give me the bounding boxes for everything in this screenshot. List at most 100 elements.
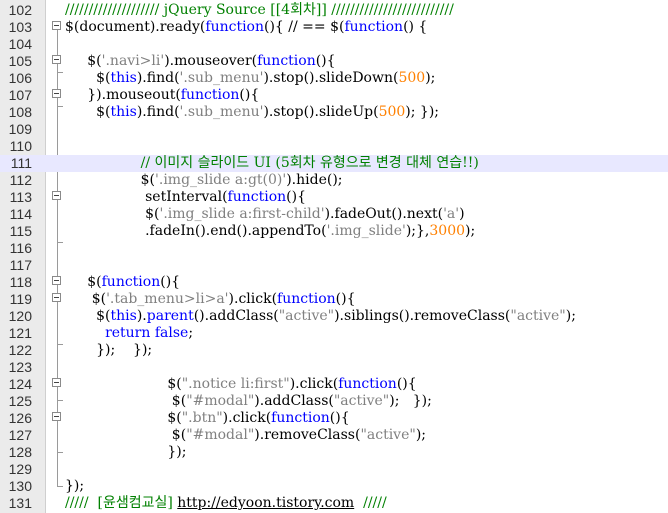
code-token: '.navi>li' — [101, 53, 165, 69]
code-line[interactable]: 106 $(this).find('.sub_menu').stop().sli… — [0, 70, 668, 87]
code-token: ".btn" — [181, 410, 223, 426]
code-token: "active" — [360, 427, 416, 443]
code-text: // 이미지 슬라이드 UI (5회차 유형으로 변경 대체 연습!!) — [65, 155, 479, 172]
code-line[interactable]: 122 }); }); — [0, 342, 668, 359]
code-token: $( — [65, 274, 102, 290]
code-line[interactable]: 111 // 이미지 슬라이드 UI (5회차 유형으로 변경 대체 연습!!) — [0, 155, 668, 172]
line-number: 118 — [9, 274, 32, 290]
code-token: ) — [459, 206, 465, 222]
code-line[interactable]: 127 $("#modal").removeClass("active"); — [0, 427, 668, 444]
code-token: $( — [65, 172, 156, 188]
code-token: ).hide(); — [286, 172, 343, 188]
code-token: (){ — [315, 53, 336, 69]
code-editor[interactable]: 102 //////////////////// jQuery Source [[… — [0, 0, 668, 513]
code-line[interactable]: 104 — [0, 36, 668, 53]
line-number: 123 — [8, 359, 32, 375]
code-token: ).click( — [228, 291, 278, 307]
line-number: 126 — [8, 410, 32, 426]
code-token: function — [338, 376, 397, 392]
code-line[interactable]: 119 $('.tab_menu>li>a').click(function()… — [0, 291, 668, 308]
code-line[interactable]: 130}); — [0, 478, 668, 495]
code-text: setInterval(function(){ — [65, 189, 306, 206]
code-line[interactable]: 117 — [0, 257, 668, 274]
code-token: parent — [146, 308, 194, 324]
code-line[interactable]: 118 $(function(){ — [0, 274, 668, 291]
code-token: $( — [65, 70, 111, 86]
line-number: 107 — [8, 87, 32, 103]
code-token: ).mouseover( — [164, 53, 258, 69]
line-number: 124 — [8, 376, 32, 392]
code-line[interactable]: 115 .fadeIn().end().appendTo('.img_slide… — [0, 223, 668, 240]
line-number: 110 — [9, 138, 32, 154]
code-text: }); }); — [65, 342, 152, 359]
code-line[interactable]: 102 //////////////////// jQuery Source [[… — [0, 2, 668, 19]
code-text: return false; — [65, 325, 193, 342]
code-line[interactable]: 116 — [0, 240, 668, 257]
code-line[interactable]: 121 return false; — [0, 325, 668, 342]
code-line[interactable]: 112 $('.img_slide a:gt(0)').hide(); — [0, 172, 668, 189]
code-text: $('.tab_menu>li>a').click(function(){ — [65, 291, 356, 308]
code-text: $('.navi>li').mouseover(function(){ — [65, 53, 336, 70]
code-token: ).find( — [136, 104, 180, 120]
code-token: }); — [65, 478, 85, 494]
code-token: ).fadeOut().next( — [324, 206, 444, 222]
code-token: function — [271, 410, 330, 426]
code-token: (){ — [286, 189, 306, 205]
code-token: 3000 — [429, 223, 466, 239]
code-token: ); — [425, 70, 436, 86]
line-number: 129 — [8, 461, 32, 477]
code-text: $(".btn").click(function(){ — [65, 410, 349, 427]
code-token: ///// [윤샘컴교실] — [65, 495, 178, 511]
code-token: $( — [65, 53, 102, 69]
line-number: 112 — [9, 172, 32, 188]
code-token: function — [257, 53, 316, 69]
code-line[interactable]: 113 setInterval(function(){ — [0, 189, 668, 206]
link-text[interactable]: http://edyoon.tistory.com — [177, 495, 354, 511]
code-token: '.sub_menu' — [179, 70, 264, 86]
code-line[interactable]: 123 — [0, 359, 668, 376]
code-token: ); }); — [389, 393, 432, 409]
code-token: );}, — [405, 223, 430, 239]
code-text: //////////////////// jQuery Source [[4회차… — [65, 2, 454, 19]
line-number: 122 — [8, 342, 32, 358]
code-token: ).siblings().removeClass( — [334, 308, 511, 324]
code-line[interactable]: 110 — [0, 138, 668, 155]
code-line[interactable]: 109 — [0, 121, 668, 138]
line-number: 104 — [8, 36, 32, 52]
code-text: }).mouseout(function(){ — [65, 87, 259, 104]
code-token: (){ — [160, 274, 181, 290]
line-number: 128 — [8, 444, 32, 460]
code-token: "active" — [333, 393, 390, 409]
code-line[interactable]: 126 $(".btn").click(function(){ — [0, 410, 668, 427]
code-text: $(this).parent().addClass("active").sibl… — [65, 308, 576, 325]
code-token: $( — [65, 410, 182, 426]
code-line[interactable]: 129 — [0, 461, 668, 478]
code-token: this — [110, 70, 137, 86]
code-line[interactable]: 131 ///// [윤샘컴교실] http://edyoon.tistory.c… — [0, 495, 668, 512]
code-line[interactable]: 120 $(this).parent().addClass("active").… — [0, 308, 668, 325]
code-token: // 이미지 슬라이드 UI (5회차 유형으로 변경 대체 연습!!) — [65, 155, 479, 171]
code-token: ).stop().slideUp( — [263, 104, 379, 120]
code-text: }); — [65, 444, 186, 461]
code-line[interactable]: 107 }).mouseout(function(){ — [0, 87, 668, 104]
code-token: function — [227, 189, 287, 205]
code-token: (){ — [396, 376, 417, 392]
code-token: "active" — [510, 308, 566, 324]
code-token: (){ — [239, 87, 260, 103]
line-number: 121 — [8, 325, 32, 341]
code-line[interactable]: 114 $('.img_slide a:first-child').fadeOu… — [0, 206, 668, 223]
code-line[interactable]: 124 $(".notice li:first").click(function… — [0, 376, 668, 393]
code-token: this — [110, 104, 137, 120]
code-line[interactable]: 108 $(this).find('.sub_menu').stop().sli… — [0, 104, 668, 121]
code-token: 500 — [378, 104, 406, 120]
code-text: $("#modal").addClass("active"); }); — [65, 393, 432, 410]
code-text: $("#modal").removeClass("active"); — [65, 427, 426, 444]
code-line[interactable]: 103 $(document).ready(function(){ // == $… — [0, 19, 668, 36]
code-token: ).click( — [222, 410, 272, 426]
code-line[interactable]: 105 $('.navi>li').mouseover(function(){ — [0, 53, 668, 70]
code-line[interactable]: 128 }); — [0, 444, 668, 461]
code-token: ".notice li:first" — [181, 376, 290, 392]
code-line[interactable]: 125 $("#modal").addClass("active"); }); — [0, 393, 668, 410]
code-token: $( — [65, 206, 160, 222]
code-text: $('.img_slide a:gt(0)').hide(); — [65, 172, 343, 189]
